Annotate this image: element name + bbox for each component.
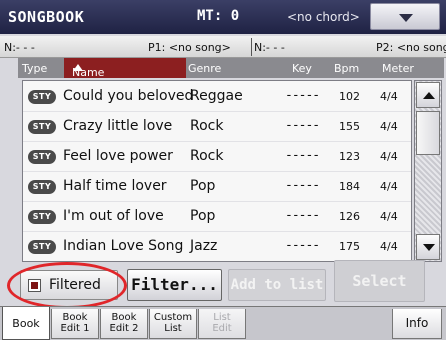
row-key: ----- [285,208,320,223]
triangle-down-icon [399,14,413,22]
tab-list-edit[interactable]: List Edit [198,309,246,339]
row-key: ----- [285,88,320,103]
tab-book-edit-2[interactable]: Book Edit 2 [100,309,148,339]
row-genre: Reggae [190,88,243,104]
row-meter: 4/4 [380,120,398,133]
row-genre: Pop [190,208,216,224]
table-row[interactable]: STY Half time lover Pop ----- 184 4/4 [23,172,411,202]
row-meter: 4/4 [380,150,398,163]
row-key: ----- [285,148,320,163]
player2-counter: N:- - - [254,41,285,54]
style-type-icon: STY [28,90,56,104]
row-bpm: 155 [339,120,360,133]
row-bpm: 102 [339,90,360,103]
row-genre: Jazz [190,238,218,254]
table-row[interactable]: STY Feel love power Rock ----- 123 4/4 [23,142,411,172]
app-title: SONGBOOK [8,8,85,26]
col-bpm[interactable]: Bpm [334,62,359,75]
style-type-icon: STY [28,180,56,194]
player-divider [251,38,252,56]
row-key: ----- [285,178,320,193]
row-name: I'm out of love [63,208,164,224]
tab-custom-list[interactable]: Custom List [149,309,197,339]
tab-book-edit-1[interactable]: Book Edit 1 [51,309,99,339]
row-name: Feel love power [63,148,173,164]
row-name: Could you beloved [63,88,194,104]
filter-button[interactable]: Filter... [127,269,222,301]
arrow-up-icon [423,92,435,99]
row-bpm: 123 [339,150,360,163]
style-type-icon: STY [28,150,56,164]
tab-label-line1: Book [111,312,137,323]
chord-display: <no chord> [287,10,360,24]
scroll-down-button[interactable] [416,234,440,260]
table-row[interactable]: STY I'm out of love Pop ----- 126 4/4 [23,202,411,232]
tab-book-label: Book [12,317,40,330]
player2-song: P2: <no song> [376,41,446,54]
player1-counter: N:- - - [4,41,35,54]
style-type-icon: STY [28,120,56,134]
column-header: Type Name Genre Key Bpm Meter [18,58,444,79]
tab-label-line2: Edit [212,323,232,334]
tab-label-line1: List [213,312,231,323]
row-key: ----- [285,238,320,253]
tab-bar: Book Book Edit 1 Book Edit 2 Custom List… [0,306,446,340]
row-meter: 4/4 [380,180,398,193]
tab-book[interactable]: Book [2,307,50,340]
scroll-thumb[interactable] [416,111,440,155]
row-bpm: 175 [339,240,360,253]
songbook-screen: SONGBOOK MT: 0 <no chord> N:- - - P1: <n… [0,0,446,340]
row-bpm: 126 [339,210,360,223]
add-to-list-button[interactable]: Add to list [228,269,326,301]
list-scrollbar[interactable] [414,80,442,262]
song-list[interactable]: STY Could you beloved Reggae ----- 102 4… [22,80,412,262]
col-name-sorted[interactable]: Name [64,58,186,79]
row-key: ----- [285,118,320,133]
select-button[interactable]: Select [334,260,425,302]
col-name-label: Name [68,62,104,79]
row-meter: 4/4 [380,90,398,103]
col-genre[interactable]: Genre [188,62,221,75]
col-key[interactable]: Key [292,62,312,75]
row-name: Half time lover [63,178,167,194]
row-meter: 4/4 [380,240,398,253]
row-name: Crazy little love [63,118,173,134]
col-name-text: Name [72,66,105,79]
player-info-bar: N:- - - P1: <no song> N:- - - P2: <no so… [0,36,446,58]
player1-song: P1: <no song> [148,41,231,54]
row-name: Indian Love Song [63,238,184,254]
scroll-up-button[interactable] [416,82,440,108]
tab-label-line1: Book [62,312,88,323]
row-genre: Rock [190,118,224,134]
row-bpm: 184 [339,180,360,193]
row-genre: Pop [190,178,216,194]
row-meter: 4/4 [380,210,398,223]
style-type-icon: STY [28,210,56,224]
col-type[interactable]: Type [22,62,47,75]
page-menu-button[interactable] [370,3,440,30]
table-row[interactable]: STY Indian Love Song Jazz ----- 175 4/4 [23,232,411,262]
style-type-icon: STY [28,240,56,254]
row-genre: Rock [190,148,224,164]
master-transpose: MT: 0 [197,8,240,24]
highlight-circle [7,262,127,309]
tab-label-line1: Custom [153,312,193,323]
arrow-down-icon [423,244,435,251]
table-row[interactable]: STY Could you beloved Reggae ----- 102 4… [23,82,411,112]
info-button[interactable]: Info [392,309,442,339]
tab-label-line2: Edit 2 [109,323,139,334]
tab-label-line2: Edit 1 [60,323,90,334]
table-row[interactable]: STY Crazy little love Rock ----- 155 4/4 [23,112,411,142]
tab-label-line2: List [164,323,182,334]
title-bar: SONGBOOK MT: 0 <no chord> [0,0,446,34]
col-meter[interactable]: Meter [382,62,414,75]
